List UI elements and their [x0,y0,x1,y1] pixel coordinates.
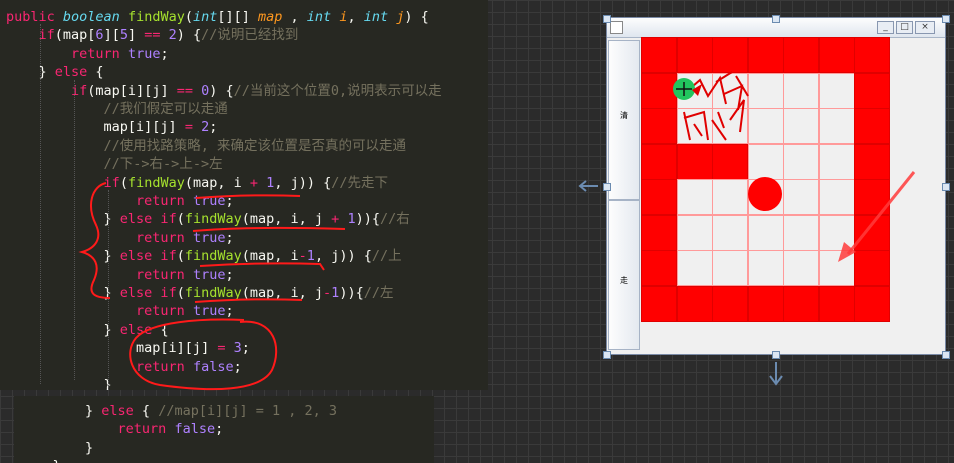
bracket-annotation [78,182,111,299]
underline-annotation [199,262,325,271]
scribble-annotation [685,71,749,133]
guide-arrow-icon [578,180,598,192]
circle-annotation [129,318,278,391]
guide-arrow-icon [769,362,783,386]
ball-icon [748,177,782,211]
underline-annotation [192,226,346,232]
annotation-layer [78,71,916,391]
pointer-arrow-icon [846,171,916,255]
pointer-arrowhead-icon [838,242,856,262]
underline-annotation [194,298,303,303]
underline-annotation [195,194,301,199]
scribble-annotation [683,110,727,141]
